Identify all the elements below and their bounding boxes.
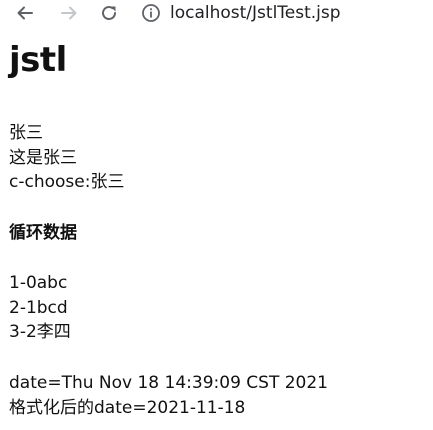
- loop-heading: 循环数据: [9, 223, 77, 243]
- info-circle-icon[interactable]: [140, 2, 162, 24]
- loop-item: 2-1bcd: [9, 297, 68, 318]
- loop-heading-block: 循环数据: [9, 221, 77, 245]
- reload-button[interactable]: [98, 2, 120, 24]
- back-button[interactable]: [14, 2, 36, 24]
- name-description-line: 这是张三: [9, 147, 77, 168]
- name-output-block: 张三 这是张三 c-choose:张三: [9, 121, 124, 195]
- loop-items-block: 1-0abc 2-1bcd 3-2李四: [9, 271, 71, 345]
- loop-item: 1-0abc: [9, 273, 68, 293]
- url-text[interactable]: localhost/JstlTest.jsp: [170, 3, 341, 23]
- page-content: jstl 张三 这是张三 c-choose:张三 循环数据 1-0abc 2-1…: [9, 40, 429, 418]
- arrow-left-icon: [17, 6, 33, 20]
- reload-icon: [102, 6, 116, 20]
- forward-button[interactable]: [58, 2, 80, 24]
- loop-item: 3-2李四: [9, 322, 71, 342]
- date-block: date=Thu Nov 18 14:39:09 CST 2021 格式化后的d…: [9, 371, 328, 420]
- browser-toolbar: localhost/JstlTest.jsp: [0, 0, 433, 26]
- date-raw-line: date=Thu Nov 18 14:39:09 CST 2021: [9, 373, 328, 393]
- address-bar[interactable]: localhost/JstlTest.jsp: [140, 0, 341, 26]
- arrow-right-icon: [61, 6, 77, 20]
- choose-output-line: c-choose:张三: [9, 172, 125, 192]
- date-formatted-line: 格式化后的date=2021-11-18: [9, 397, 246, 418]
- name-line: 张三: [9, 123, 43, 143]
- page-title: jstl: [9, 40, 67, 80]
